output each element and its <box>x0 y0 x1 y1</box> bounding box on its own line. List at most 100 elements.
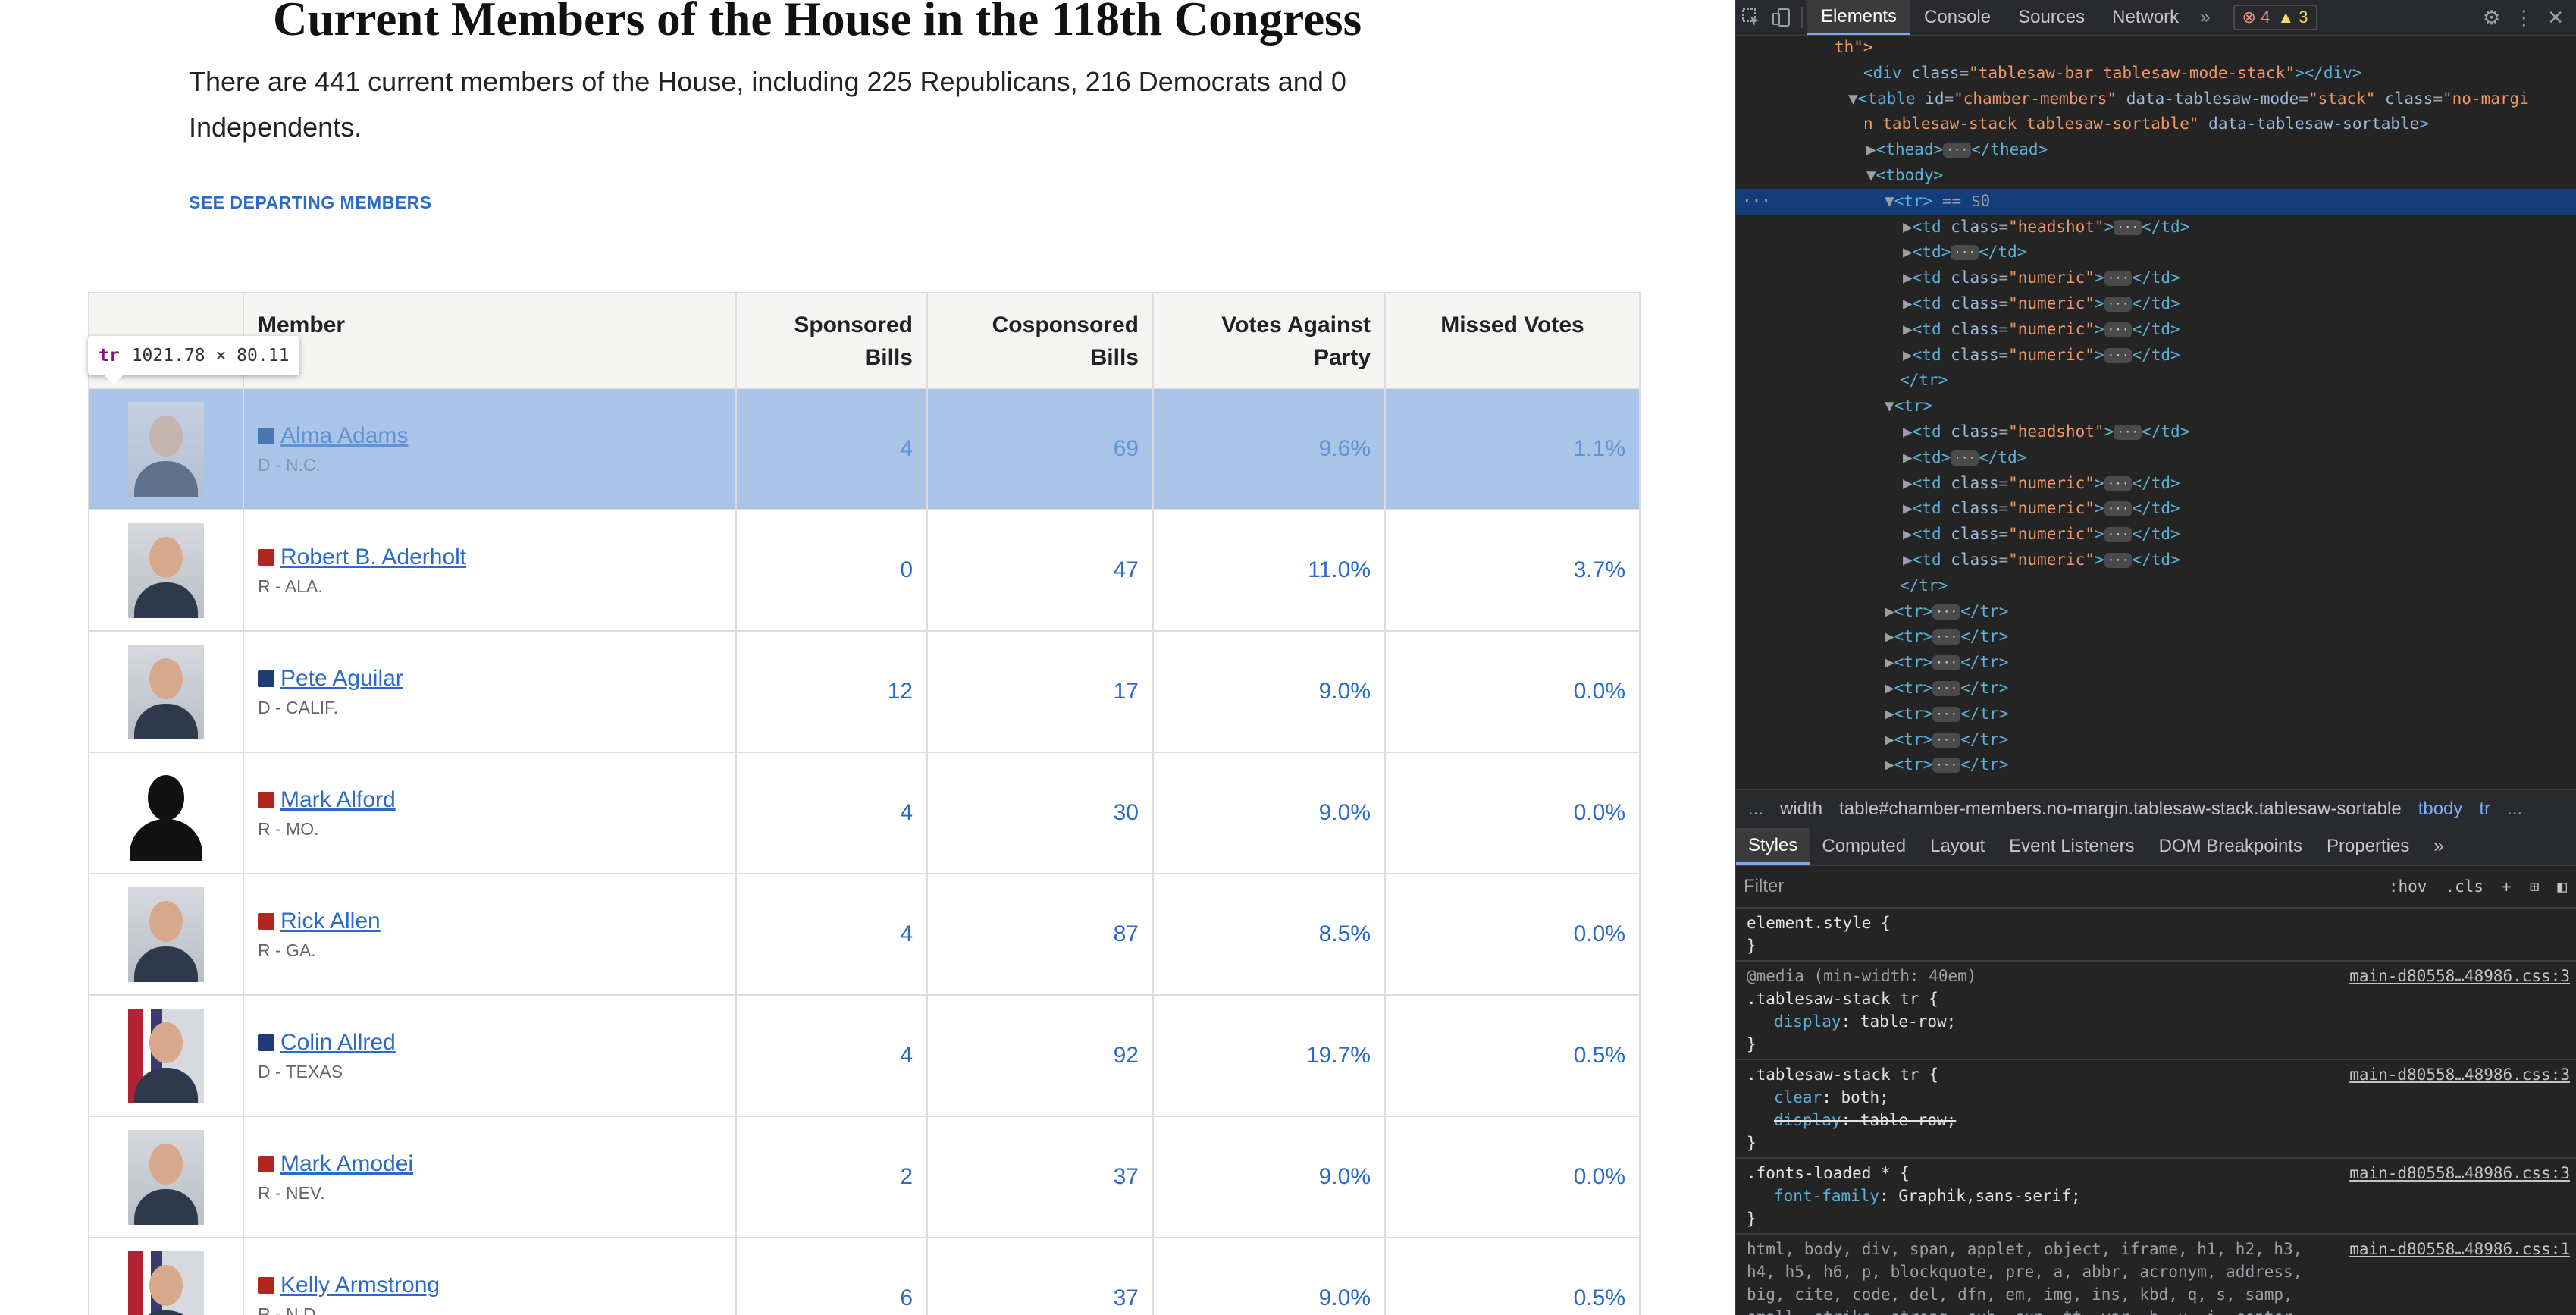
new-style-rule-icon[interactable]: + <box>2493 877 2521 896</box>
tab-layout[interactable]: Layout <box>1918 828 1997 865</box>
member-name-link[interactable]: Mark Amodei <box>280 1150 413 1178</box>
dom-node[interactable]: </tr> <box>1736 573 2576 599</box>
member-name-link[interactable]: Colin Allred <box>280 1028 396 1057</box>
dom-node[interactable]: ▶<td class="headshot"> ··· </td> <box>1736 215 2576 240</box>
dom-node-tr[interactable]: ▶<tr> ··· </tr> <box>1736 650 2576 676</box>
style-rule[interactable]: @media (min-width: 40em) main-d80558…489… <box>1736 962 2576 1060</box>
close-icon[interactable]: ✕ <box>2547 6 2564 30</box>
dom-node[interactable]: ▶<td class="numeric"> ··· </td> <box>1736 317 2576 343</box>
style-rule[interactable]: main-d80558…48986.css:3 .fonts-loaded * … <box>1736 1159 2576 1235</box>
missed-votes-value[interactable]: 3.7% <box>1384 509 1641 632</box>
rule-source-link[interactable]: main-d80558…48986.css:3 <box>2349 1162 2570 1185</box>
dom-node-tr[interactable]: ▶<tr> ··· </tr> <box>1736 624 2576 650</box>
sponsored-bills-value[interactable]: 4 <box>735 994 928 1117</box>
see-departing-members-link[interactable]: SEE DEPARTING MEMBERS <box>189 193 432 213</box>
dom-node-table[interactable]: ▼<table id="chamber-members" data-tables… <box>1736 86 2576 112</box>
breadcrumb-item-tbody[interactable]: tbody <box>2418 799 2463 820</box>
cosponsored-bills-column-header[interactable]: Cosponsored Bills <box>926 292 1154 389</box>
table-row[interactable]: Colin Allred D - TEXAS 4 92 19.7% 0.5% <box>88 994 1641 1117</box>
votes-against-party-value[interactable]: 9.0% <box>1152 1237 1386 1315</box>
dom-node[interactable]: ▶<td class="numeric"> ··· </td> <box>1736 343 2576 369</box>
table-row[interactable]: Rick Allen R - GA. 4 87 8.5% 0.0% <box>88 873 1641 996</box>
member-name-link[interactable]: Robert B. Aderholt <box>280 543 466 572</box>
missed-votes-value[interactable]: 0.5% <box>1384 994 1641 1117</box>
breadcrumb-scroll-right[interactable]: ... <box>2507 799 2522 820</box>
member-headshot-image[interactable] <box>128 401 204 497</box>
votes-against-party-value[interactable]: 9.6% <box>1152 388 1386 510</box>
dom-node[interactable]: ▶<td> ··· </td> <box>1736 445 2576 471</box>
hover-state-toggle[interactable]: :hov <box>2380 877 2437 896</box>
votes-against-party-value[interactable]: 19.7% <box>1152 994 1386 1117</box>
table-row[interactable]: Robert B. Aderholt R - ALA. 0 47 11.0% 3.7% <box>88 509 1641 632</box>
paint-bucket-icon[interactable]: ⊞ <box>2521 877 2549 896</box>
rule-property[interactable]: display: table-row; <box>1747 1010 2570 1033</box>
rule-source-link[interactable]: main-d80558…48986.css:3 <box>2349 965 2570 987</box>
tab-console[interactable]: Console <box>1910 0 2004 35</box>
table-row[interactable]: Mark Amodei R - NEV. 2 37 9.0% 0.0% <box>88 1116 1641 1238</box>
tab-network[interactable]: Network <box>2098 0 2192 35</box>
sponsored-bills-column-header[interactable]: Sponsored Bills <box>735 292 928 389</box>
missed-votes-value[interactable]: 0.0% <box>1384 1116 1641 1238</box>
style-rule-user-agent[interactable]: main-d80558…48986.css:1 html, body, div,… <box>1736 1235 2576 1315</box>
rule-property[interactable]: font-family: Graphik,sans-serif; <box>1747 1185 2570 1207</box>
dom-node[interactable]: </tr> <box>1736 368 2576 394</box>
dom-node-selected-tr[interactable]: ··· ▼<tr> == $0 <box>1736 188 2576 215</box>
votes-against-party-value[interactable]: 9.0% <box>1152 630 1386 753</box>
customize-menu-icon[interactable]: ⋮ <box>2514 6 2534 30</box>
table-row[interactable]: Mark Alford R - MO. 4 30 9.0% 0.0% <box>88 752 1641 874</box>
toggle-sidebar-icon[interactable]: ◧ <box>2548 877 2576 896</box>
member-headshot-image[interactable] <box>128 644 204 739</box>
cosponsored-bills-value[interactable]: 30 <box>926 752 1154 874</box>
cosponsored-bills-value[interactable]: 87 <box>926 873 1154 996</box>
dom-node-tr[interactable]: ▶<tr> ··· </tr> <box>1736 727 2576 753</box>
member-headshot-image[interactable] <box>128 1008 204 1103</box>
member-name-link[interactable]: Kelly Armstrong <box>280 1271 440 1300</box>
dom-node[interactable]: ▶<td class="numeric"> ··· </td> <box>1736 522 2576 548</box>
tab-sources[interactable]: Sources <box>2004 0 2098 35</box>
style-rule-element[interactable]: element.style { } <box>1736 909 2576 962</box>
rule-property-overridden[interactable]: display: table-row; <box>1747 1109 2570 1131</box>
dom-node[interactable]: ▶<td class="headshot"> ··· </td> <box>1736 419 2576 445</box>
breadcrumb-item[interactable]: width <box>1780 799 1822 820</box>
missed-votes-value[interactable]: 1.1% <box>1384 388 1641 510</box>
issues-counter[interactable]: ⊗ 4 ▲ 3 <box>2233 5 2317 30</box>
tab-elements[interactable]: Elements <box>1807 0 1911 35</box>
member-headshot-image[interactable] <box>128 523 204 618</box>
tab-styles[interactable]: Styles <box>1736 828 1810 865</box>
member-name-link[interactable]: Mark Alford <box>280 786 396 814</box>
member-name-link[interactable]: Alma Adams <box>280 422 408 450</box>
tab-properties[interactable]: Properties <box>2314 828 2421 865</box>
cosponsored-bills-value[interactable]: 37 <box>926 1116 1154 1238</box>
tab-computed[interactable]: Computed <box>1810 828 1918 865</box>
rule-source-link[interactable]: main-d80558…48986.css:3 <box>2349 1063 2570 1086</box>
dom-node[interactable]: th"> <box>1736 35 2576 61</box>
style-rule[interactable]: main-d80558…48986.css:3 .tablesaw-stack … <box>1736 1060 2576 1159</box>
sponsored-bills-value[interactable]: 4 <box>735 388 928 510</box>
cosponsored-bills-value[interactable]: 47 <box>926 509 1154 632</box>
dom-node[interactable]: <div class="tablesaw-bar tablesaw-mode-s… <box>1736 61 2576 86</box>
member-name-link[interactable]: Pete Aguilar <box>280 664 403 693</box>
tab-dom-breakpoints[interactable]: DOM Breakpoints <box>2147 828 2314 865</box>
breadcrumb-item-table[interactable]: table#chamber-members.no-margin.tablesaw… <box>1839 799 2402 820</box>
dom-node-tbody[interactable]: ▼<tbody> <box>1736 163 2576 189</box>
votes-against-party-value[interactable]: 11.0% <box>1152 509 1386 632</box>
dom-node[interactable]: ▶<td class="numeric"> ··· </td> <box>1736 471 2576 497</box>
table-row[interactable]: Pete Aguilar D - CALIF. 12 17 9.0% 0.0% <box>88 630 1641 753</box>
table-row[interactable]: Kelly Armstrong R - N.D. 6 37 9.0% 0.5% <box>88 1237 1641 1315</box>
missed-votes-value[interactable]: 0.0% <box>1384 873 1641 996</box>
dom-node-tr[interactable]: ▶<tr> ··· </tr> <box>1736 599 2576 625</box>
dom-node[interactable]: ▶<td class="numeric"> ··· </td> <box>1736 548 2576 573</box>
sponsored-bills-value[interactable]: 6 <box>735 1237 928 1315</box>
missed-votes-value[interactable]: 0.5% <box>1384 1237 1641 1315</box>
more-tabs-button[interactable]: » <box>2192 7 2217 28</box>
member-column-header[interactable]: Member <box>243 292 737 389</box>
sponsored-bills-value[interactable]: 2 <box>735 1116 928 1238</box>
dom-node-tr[interactable]: ▶<tr> ··· </tr> <box>1736 752 2576 778</box>
sponsored-bills-value[interactable]: 4 <box>735 752 928 874</box>
cosponsored-bills-value[interactable]: 17 <box>926 630 1154 753</box>
votes-against-party-column-header[interactable]: Votes Against Party <box>1152 292 1386 389</box>
dom-node-tr[interactable]: ▼<tr> <box>1736 394 2576 419</box>
more-style-tabs-button[interactable]: » <box>2421 828 2455 865</box>
member-name-link[interactable]: Rick Allen <box>280 907 381 936</box>
cosponsored-bills-value[interactable]: 37 <box>926 1237 1154 1315</box>
